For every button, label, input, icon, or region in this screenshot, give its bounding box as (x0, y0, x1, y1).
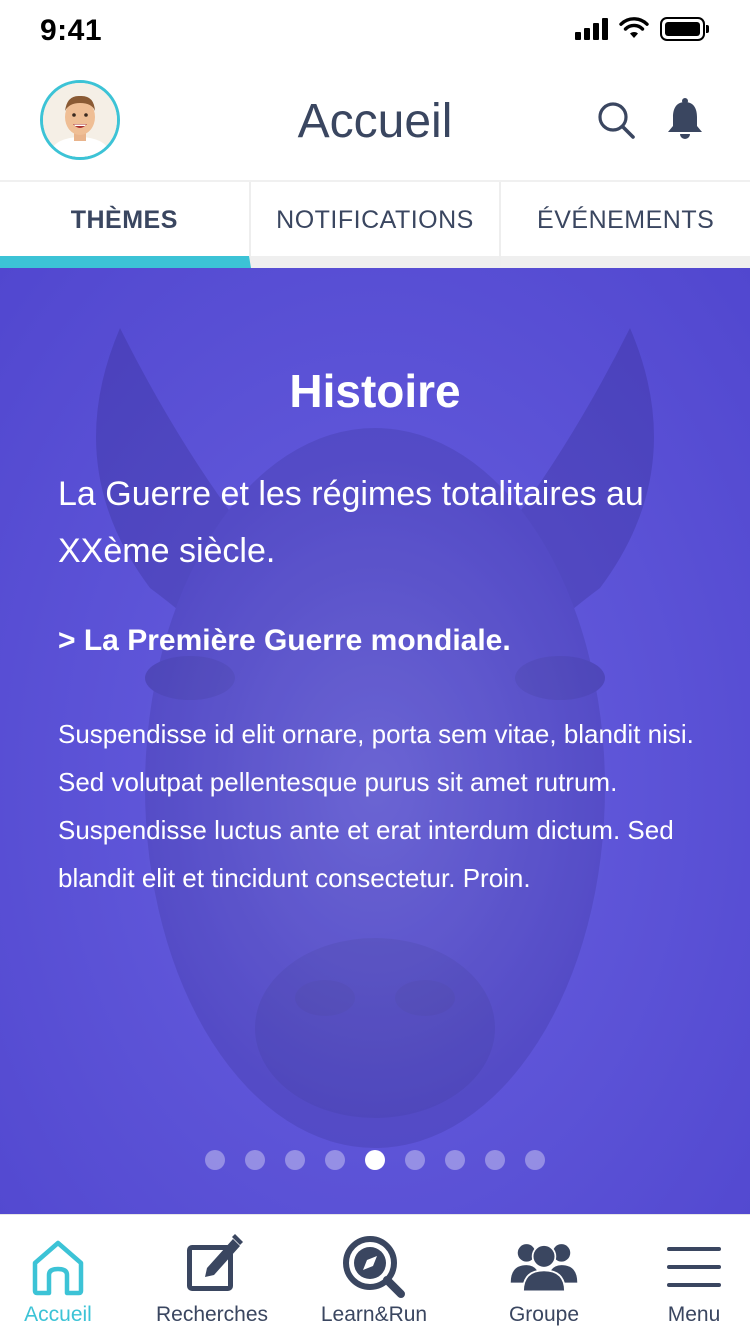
carousel-dot[interactable] (445, 1150, 465, 1170)
nav-label: Menu (667, 1303, 721, 1326)
compass-search-icon (343, 1236, 405, 1298)
hero-chapter-link[interactable]: > La Première Guerre mondiale. (58, 624, 698, 658)
carousel-dot[interactable] (365, 1150, 385, 1170)
hero-subtitle: La Guerre et les régimes totalitaires au… (58, 475, 644, 570)
carousel-dot[interactable] (245, 1150, 265, 1170)
battery-icon (660, 17, 710, 41)
bell-icon[interactable] (666, 98, 704, 140)
carousel-dot[interactable] (285, 1150, 305, 1170)
status-time: 9:41 (40, 14, 103, 47)
nav-learn-run[interactable]: Learn&Run (314, 1215, 434, 1334)
nav-label: Groupe (508, 1303, 580, 1326)
menu-icon (667, 1247, 721, 1287)
nav-menu[interactable]: Menu (646, 1215, 742, 1334)
carousel-dot[interactable] (205, 1150, 225, 1170)
page-title: Accueil (297, 95, 453, 148)
home-icon (32, 1240, 84, 1296)
tab-notifications[interactable]: NOTIFICATIONS (250, 182, 502, 268)
tab-evenements[interactable]: ÉVÉNEMENTS (501, 182, 750, 268)
nav-label: Accueil (24, 1303, 92, 1326)
nav-label: Learn&Run (320, 1303, 428, 1326)
carousel-dot[interactable] (325, 1150, 345, 1170)
hero-title: Histoire (289, 365, 461, 417)
status-bar: 9:41 (0, 0, 750, 64)
bottom-navigation: Accueil Recherches Learn&Run Groupe Menu (0, 1214, 750, 1334)
edit-icon (187, 1234, 243, 1291)
nav-accueil[interactable]: Accueil (0, 1215, 116, 1334)
hero-body-text: Suspendisse id elit ornare, porta sem vi… (58, 719, 694, 893)
nav-groupe[interactable]: Groupe (484, 1215, 604, 1334)
carousel-dot[interactable] (485, 1150, 505, 1170)
signal-icon (575, 18, 611, 40)
app-header: Accueil (0, 64, 750, 180)
carousel-dot[interactable] (525, 1150, 545, 1170)
carousel-dot[interactable] (405, 1150, 425, 1170)
nav-recherches[interactable]: Recherches (150, 1215, 274, 1334)
carousel-dots (0, 1150, 750, 1170)
wifi-icon (619, 17, 649, 38)
hero-card[interactable]: Histoire La Guerre et les régimes totali… (0, 268, 750, 1214)
search-icon[interactable] (596, 100, 636, 140)
group-icon (510, 1244, 578, 1293)
nav-label: Recherches (155, 1303, 269, 1326)
tab-themes[interactable]: THÈMES (0, 182, 251, 268)
tab-bar: THÈMES NOTIFICATIONS ÉVÉNEMENTS (0, 180, 750, 268)
